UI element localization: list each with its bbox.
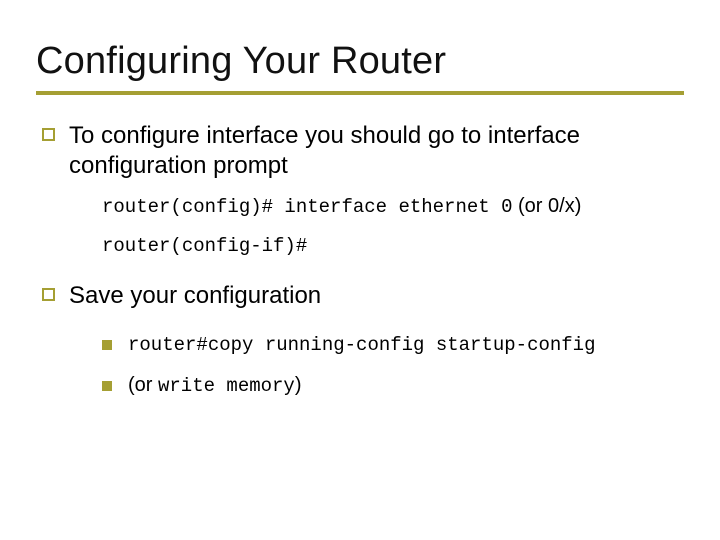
code-line-2: router(config-if)# bbox=[102, 234, 684, 257]
slide-title: Configuring Your Router bbox=[36, 40, 684, 83]
hollow-square-icon bbox=[42, 128, 55, 141]
text-suffix: ) bbox=[295, 374, 302, 396]
filled-square-icon bbox=[102, 381, 112, 391]
code-text: router(config)# interface ethernet 0 bbox=[102, 196, 512, 218]
slide-body: To configure interface you should go to … bbox=[42, 121, 684, 397]
slide: Configuring Your Router To configure int… bbox=[0, 0, 720, 540]
title-underline bbox=[36, 91, 684, 95]
bullet-item-1: To configure interface you should go to … bbox=[42, 121, 684, 181]
sub-bullet-1: router#copy running-config startup-confi… bbox=[102, 333, 684, 356]
code-block: router(config)# interface ethernet 0 (or… bbox=[102, 195, 684, 257]
code-text: router(config-if)# bbox=[102, 235, 307, 257]
code-line-1: router(config)# interface ethernet 0 (or… bbox=[102, 195, 684, 218]
sub-bullet-2: (or write memory) bbox=[102, 374, 684, 397]
code-text: write memory bbox=[158, 375, 295, 397]
code-text: router#copy running-config startup-confi… bbox=[128, 334, 595, 356]
code-suffix: (or 0/x) bbox=[512, 195, 581, 217]
text-prefix: (or bbox=[128, 374, 158, 396]
hollow-square-icon bbox=[42, 288, 55, 301]
bullet-text: Save your configuration bbox=[69, 281, 321, 311]
filled-square-icon bbox=[102, 340, 112, 350]
sub-bullet-text: router#copy running-config startup-confi… bbox=[128, 333, 595, 356]
bullet-item-2: Save your configuration bbox=[42, 281, 684, 311]
sub-bullet-text: (or write memory) bbox=[128, 374, 302, 397]
bullet-text: To configure interface you should go to … bbox=[69, 121, 684, 181]
